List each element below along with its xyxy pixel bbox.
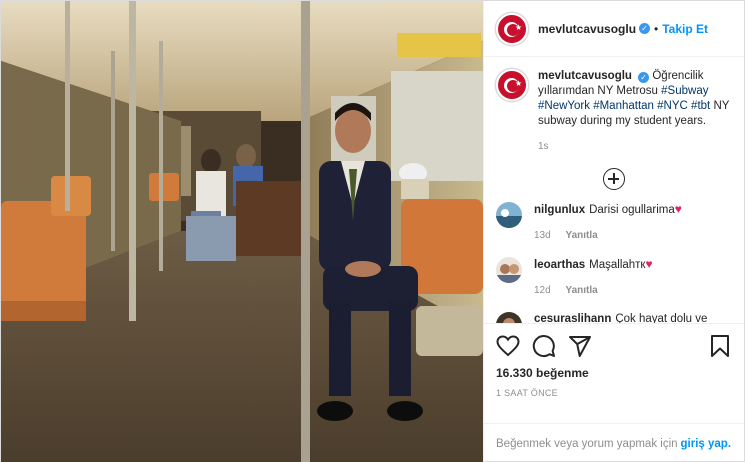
post-timestamp: 1 SAAT ÖNCE: [496, 388, 558, 398]
post-photo[interactable]: [1, 1, 483, 462]
post-header: ★ mevlutcavusoglu ✓ • Takip Et: [484, 1, 744, 57]
bookmark-icon[interactable]: [708, 334, 732, 358]
post-sidebar: ★ mevlutcavusoglu ✓ • Takip Et ★ mevlutc…: [483, 1, 744, 462]
reply-button[interactable]: Yanıtla: [565, 285, 597, 296]
hashtag-link[interactable]: #Manhattan: [593, 100, 654, 112]
comment-text: Maşallahтк: [589, 259, 646, 271]
comment-time: 13d: [534, 230, 551, 241]
comment-username[interactable]: cesuraslihann: [534, 313, 611, 323]
reply-button[interactable]: Yanıtla: [565, 230, 597, 241]
subway-photo-illustration: [1, 1, 483, 462]
verified-badge-icon: ✓: [638, 72, 650, 83]
caption-username[interactable]: mevlutcavusoglu: [538, 70, 632, 82]
caption-avatar[interactable]: ★: [496, 69, 528, 101]
comment-body: leoarthas Maşallahтк♥ 12d Yanıtla: [534, 257, 653, 298]
comment-text: Çok hayat dolu ve: [615, 313, 708, 323]
comment-avatar[interactable]: [496, 312, 522, 323]
hashtag-link[interactable]: #NYC: [657, 100, 688, 112]
hashtag-link[interactable]: #Subway: [661, 85, 708, 97]
star-icon: ★: [515, 79, 523, 88]
login-link[interactable]: giriş yap.: [681, 438, 732, 450]
login-prompt: Beğenmek veya yorum yapmak için giriş ya…: [484, 423, 744, 462]
caption-time: 1s: [538, 141, 549, 152]
comment-item: nilgunlux Darisi ogullarima♥ 13d Yanıtla: [496, 202, 732, 243]
comment-avatar[interactable]: [496, 202, 522, 228]
separator-dot: •: [654, 21, 659, 36]
profile-avatar[interactable]: ★: [496, 12, 528, 45]
share-icon[interactable]: [568, 334, 592, 358]
action-bar: [496, 332, 732, 360]
comment-meta: 13d Yanıtla: [534, 228, 682, 243]
comments-section: ★ mevlutcavusoglu ✓ Öğrencilik yıllarımd…: [484, 57, 744, 323]
comment-body: cesuraslihann Çok hayat dolu ve: [534, 312, 707, 323]
heart-emoji-icon: ♥: [645, 257, 653, 271]
comment-item: cesuraslihann Çok hayat dolu ve: [496, 312, 732, 323]
star-icon: ★: [515, 22, 523, 32]
follow-button[interactable]: Takip Et: [662, 22, 708, 36]
comment-body: nilgunlux Darisi ogullarima♥ 13d Yanıtla: [534, 202, 682, 243]
comment-avatar[interactable]: [496, 257, 522, 283]
post-actions-area: 16.330 beğenme 1 SAAT ÖNCE Beğenmek veya…: [484, 323, 744, 462]
caption-text: mevlutcavusoglu ✓ Öğrencilik yıllarımdan…: [538, 69, 732, 154]
hashtag-link[interactable]: #tbt: [691, 100, 710, 112]
comment-username[interactable]: nilgunlux: [534, 204, 585, 216]
plus-circle-icon[interactable]: [603, 168, 625, 190]
heart-icon[interactable]: [496, 334, 520, 358]
instagram-post: ★ mevlutcavusoglu ✓ • Takip Et ★ mevlutc…: [0, 0, 745, 462]
hashtag-link[interactable]: #NewYork: [538, 100, 590, 112]
comment-username[interactable]: leoarthas: [534, 259, 585, 271]
comment-time: 12d: [534, 285, 551, 296]
post-caption: ★ mevlutcavusoglu ✓ Öğrencilik yıllarımd…: [496, 69, 732, 154]
like-count[interactable]: 16.330 beğenme: [496, 366, 732, 380]
comment-icon[interactable]: [532, 334, 556, 358]
verified-badge-icon: ✓: [639, 23, 651, 34]
load-more-comments: [496, 168, 732, 190]
heart-emoji-icon: ♥: [674, 202, 682, 216]
header-username[interactable]: mevlutcavusoglu: [538, 22, 636, 36]
comment-meta: 12d Yanıtla: [534, 283, 653, 298]
login-prompt-text: Beğenmek veya yorum yapmak için: [496, 437, 678, 450]
comment-item: leoarthas Maşallahтк♥ 12d Yanıtla: [496, 257, 732, 298]
comment-text: Darisi ogullarima: [589, 204, 675, 216]
